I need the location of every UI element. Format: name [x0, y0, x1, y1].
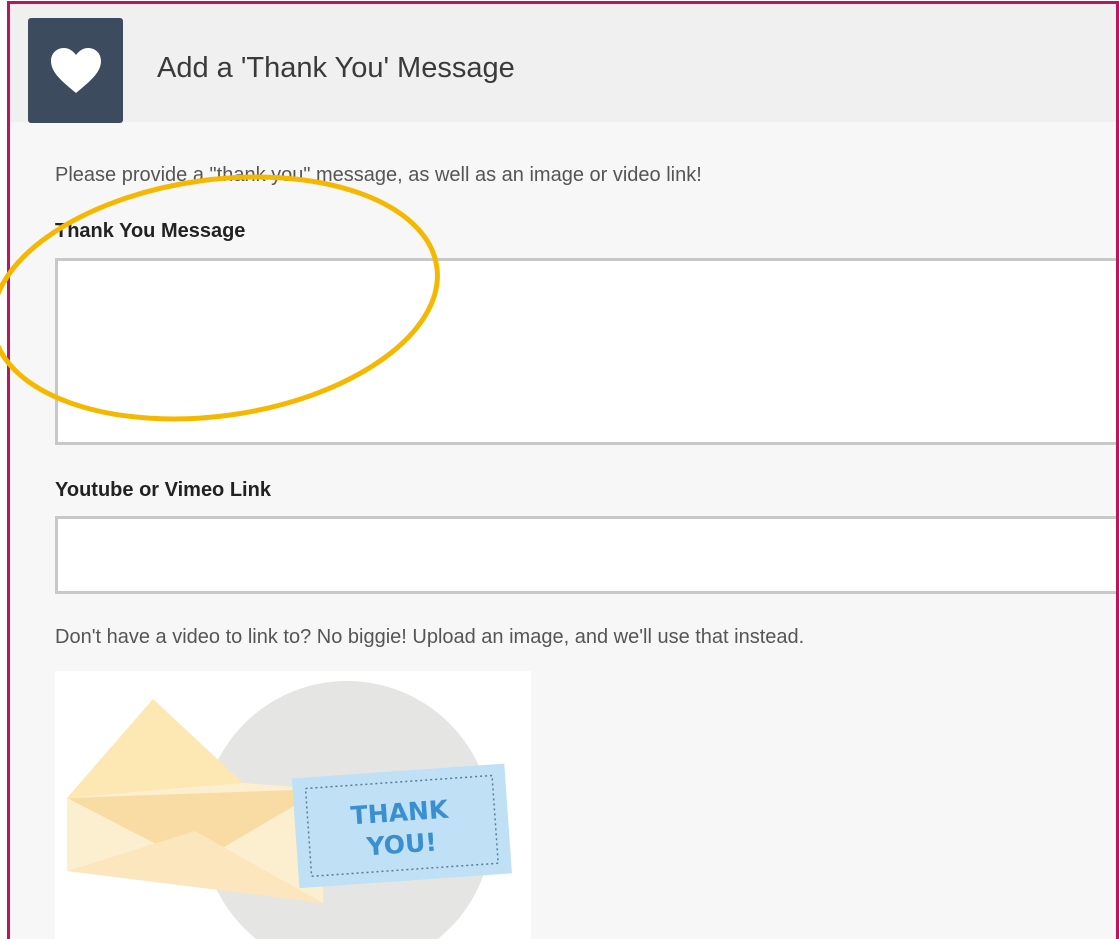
- heart-icon: [50, 47, 101, 93]
- card-text-line2: YOU!: [365, 828, 438, 862]
- thank-you-image-upload[interactable]: THANK YOU!: [55, 671, 531, 939]
- heart-icon-box: [28, 18, 123, 123]
- video-link-input[interactable]: [55, 516, 1116, 594]
- intro-text: Please provide a "thank you" message, as…: [55, 164, 702, 186]
- thank-you-card: THANK YOU!: [291, 763, 512, 889]
- thank-you-illustration: THANK YOU!: [67, 681, 512, 939]
- thank-you-message-label: Thank You Message: [55, 220, 246, 242]
- video-link-label: Youtube or Vimeo Link: [55, 479, 271, 501]
- section-header: Add a 'Thank You' Message: [10, 4, 1116, 123]
- section-title: Add a 'Thank You' Message: [157, 52, 515, 84]
- thank-you-section: Add a 'Thank You' Message Please provide…: [7, 1, 1119, 939]
- upload-hint-text: Don't have a video to link to? No biggie…: [55, 626, 805, 648]
- thank-you-message-textarea[interactable]: [55, 258, 1116, 445]
